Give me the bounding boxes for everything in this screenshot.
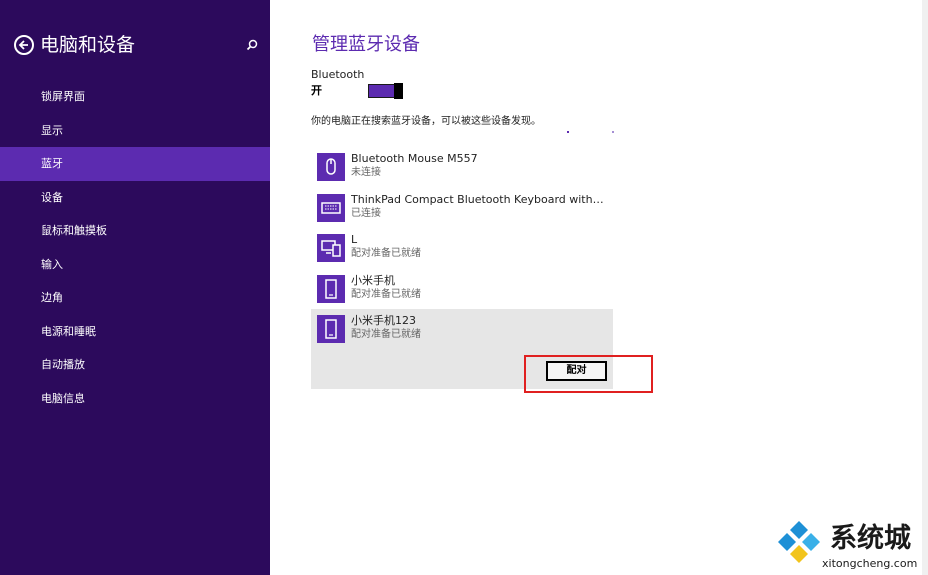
phone-icon	[317, 315, 345, 343]
sidebar-item[interactable]: 蓝牙	[0, 147, 270, 181]
page-title: 管理蓝牙设备	[312, 34, 420, 55]
phone-icon	[317, 274, 345, 303]
device-item[interactable]: Bluetooth Mouse M557 未连接	[311, 147, 613, 187]
device-status: 配对准备已就绪	[351, 248, 421, 259]
sidebar-item[interactable]: 锁屏界面	[0, 80, 270, 114]
device-status: 配对准备已就绪	[351, 329, 421, 340]
sidebar-item[interactable]: 电源和睡眠	[0, 315, 270, 349]
back-arrow-icon[interactable]	[14, 35, 34, 55]
sidebar-item[interactable]: 输入	[0, 248, 270, 282]
bluetooth-state: 开	[311, 84, 322, 97]
watermark: 系统城 xitongcheng.com	[770, 517, 924, 573]
sidebar-item[interactable]: 鼠标和触摸板	[0, 214, 270, 248]
bluetooth-toggle[interactable]	[368, 83, 403, 99]
mouse-icon	[317, 153, 345, 181]
toggle-thumb[interactable]	[394, 83, 403, 99]
watermark-text: 系统城	[830, 523, 911, 554]
sidebar-item[interactable]: 显示	[0, 114, 270, 148]
device-name: Bluetooth Mouse M557	[351, 152, 478, 165]
device-item[interactable]: ThinkPad Compact Bluetooth Keyboard with…	[311, 188, 613, 228]
bluetooth-label: Bluetooth	[311, 68, 365, 81]
device-name: L	[351, 233, 358, 246]
scrollbar-track	[922, 0, 928, 575]
progress-dot	[567, 131, 569, 133]
progress-dot	[612, 131, 614, 133]
sidebar: 电脑和设备 锁屏界面 显示 蓝牙 设备 鼠标和触摸板 输入 边角 电源和睡眠 自动播放 电脑信息	[0, 0, 270, 575]
sidebar-item[interactable]: 电脑信息	[0, 382, 270, 416]
sidebar-title: 电脑和设备	[40, 34, 136, 56]
computer-phone-icon	[317, 234, 345, 262]
device-status: 已连接	[351, 207, 381, 219]
search-icon[interactable]	[242, 36, 262, 56]
sidebar-item[interactable]: 设备	[0, 181, 270, 215]
keyboard-icon	[317, 193, 345, 222]
watermark-url: xitongcheng.com	[822, 557, 918, 570]
search-status-text: 你的电脑正在搜索蓝牙设备，可以被这些设备发现。	[311, 116, 541, 127]
sidebar-item[interactable]: 自动播放	[0, 348, 270, 382]
sidebar-item[interactable]: 边角	[0, 281, 270, 315]
device-status: 未连接	[351, 167, 381, 178]
device-item[interactable]: L 配对准备已就绪	[311, 228, 613, 268]
device-name: ThinkPad Compact Bluetooth Keyboard with…	[351, 192, 607, 206]
device-item[interactable]: 小米手机123 配对准备已就绪	[311, 309, 613, 349]
device-name: 小米手机	[351, 273, 395, 287]
annotation-highlight-box	[524, 355, 653, 393]
toggle-track	[368, 84, 396, 98]
device-name: 小米手机123	[351, 314, 416, 327]
device-status: 配对准备已就绪	[351, 288, 421, 300]
device-item[interactable]: 小米手机 配对准备已就绪	[311, 269, 613, 309]
diamond-logo-icon	[778, 521, 820, 563]
